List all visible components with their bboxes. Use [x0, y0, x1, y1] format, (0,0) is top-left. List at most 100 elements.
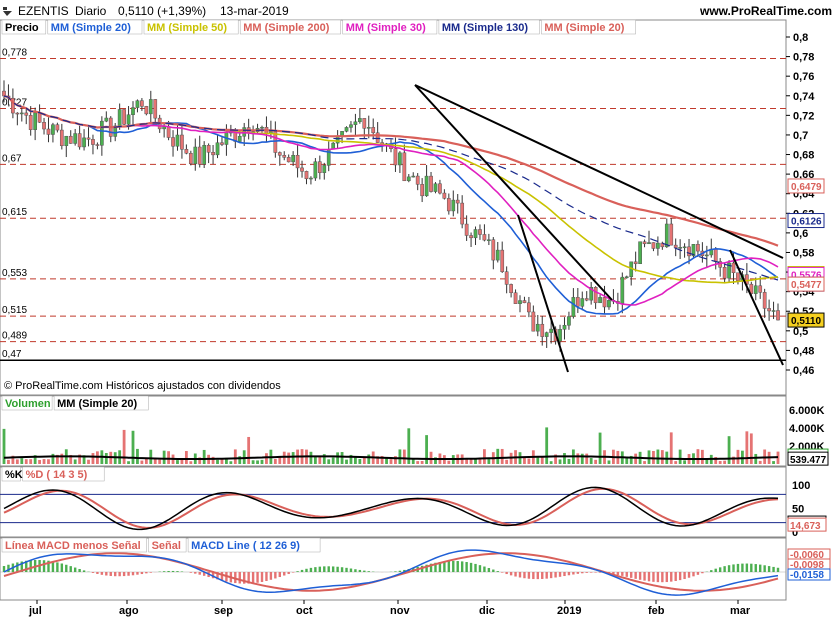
volume-bar	[265, 453, 268, 464]
volume-bar	[140, 460, 144, 464]
macd-histogram-bar	[127, 572, 130, 576]
candle-body	[687, 246, 691, 257]
candle-body	[638, 241, 642, 265]
macd-histogram-bar	[736, 563, 740, 572]
volume-bar	[696, 449, 700, 464]
macd-histogram-bar	[447, 561, 451, 572]
candle-body	[304, 171, 309, 180]
volume-bar	[398, 449, 402, 464]
volume-badge-label: 539.477	[790, 455, 827, 466]
volume-bar	[229, 461, 233, 464]
candle-body	[358, 118, 362, 123]
macd-histogram-bar	[398, 570, 402, 572]
candle-body	[344, 127, 349, 132]
x-tick-label: sep	[214, 605, 233, 617]
macd-legend: Línea MACD menos Señal Señal MACD Line ( 1…	[1, 537, 321, 553]
candle-body	[15, 112, 20, 115]
candle-body	[313, 161, 318, 179]
volume-bar	[700, 449, 704, 464]
macd-histogram-bar	[518, 572, 522, 578]
macd-histogram-bar	[647, 572, 651, 582]
candle-body	[722, 267, 727, 279]
volume-bar	[749, 433, 753, 464]
candle-body	[420, 184, 424, 197]
candle-body	[446, 198, 451, 212]
volume-bar	[202, 449, 206, 464]
volume-bar	[309, 451, 313, 464]
macd-histogram-bar	[140, 572, 144, 575]
candle-body	[286, 157, 291, 163]
candle-body	[731, 262, 736, 274]
candle-body	[202, 145, 207, 165]
macd-badges: -0,0060-0,0098-0,0158	[787, 548, 831, 581]
macd-histogram-bar	[349, 568, 353, 572]
candle-body	[211, 152, 215, 156]
candle-body	[282, 155, 287, 158]
candle-body	[206, 145, 211, 153]
volume-bar	[256, 460, 259, 464]
macd-histogram-bar	[287, 572, 290, 575]
x-tick-label: feb	[648, 605, 665, 617]
macd-histogram-bar	[394, 571, 397, 572]
candle-body	[277, 152, 282, 156]
candle-body	[464, 223, 469, 236]
candle-body	[86, 137, 91, 140]
candle-body	[535, 323, 540, 332]
macd-histogram-bar	[741, 563, 744, 572]
candle-body	[166, 126, 171, 138]
macd-histogram-bar	[710, 570, 713, 572]
macd-histogram-bar	[331, 566, 335, 572]
volume-bar	[60, 453, 64, 464]
macd-histogram-bar	[545, 572, 548, 579]
volume-bar	[718, 461, 722, 464]
candle-body	[135, 100, 140, 108]
macd-histogram-bar	[305, 568, 308, 572]
volume-bar	[47, 459, 50, 464]
chart-canvas[interactable]: 0,80,780,760,740,720,70,680,660,640,620,…	[0, 0, 835, 620]
volume-bar	[15, 459, 19, 464]
candle-body	[580, 298, 585, 307]
macd-histogram-bar	[643, 572, 646, 581]
volume-bar	[758, 460, 762, 464]
macd-histogram-bar	[567, 572, 571, 576]
candle-body	[162, 126, 166, 130]
macd-histogram-bar	[767, 566, 771, 572]
macd-histogram-bar	[65, 564, 68, 572]
volume-bar	[402, 449, 406, 464]
macd-histogram-bar	[616, 572, 620, 575]
candle-body	[607, 300, 611, 308]
macd-histogram-bar	[314, 567, 317, 572]
tick-label: 0,8	[793, 32, 808, 44]
macd-histogram-bar	[589, 572, 593, 573]
candle-body	[433, 183, 438, 192]
candle-body	[540, 323, 545, 337]
macd-histogram-bar	[763, 565, 766, 572]
macd-histogram-bar	[296, 571, 299, 572]
volume-bar	[358, 458, 362, 464]
macd-histogram-bar	[532, 572, 535, 580]
volume-bar	[362, 457, 366, 464]
x-tick-label: oct	[296, 605, 313, 617]
macd-histogram-bar	[122, 572, 126, 577]
macd-histogram-bar	[105, 572, 108, 576]
macd-histogram-bar	[469, 562, 473, 572]
macd-histogram-bar	[238, 572, 241, 584]
volume-bar	[104, 453, 108, 464]
volume-bar	[91, 453, 95, 464]
macd-histogram-bar	[345, 567, 348, 572]
candle-body	[193, 146, 198, 165]
candle-body	[544, 332, 549, 337]
macd-histogram-bar	[29, 560, 32, 572]
volume-bar	[527, 458, 531, 464]
candle-body	[473, 229, 478, 239]
macd-histogram-bar	[661, 572, 664, 583]
candle-body	[104, 117, 109, 122]
volume-bar	[233, 449, 237, 464]
candle-body	[411, 175, 416, 178]
candle-body	[28, 115, 33, 130]
candle-body	[438, 183, 442, 194]
macd-histogram-bar	[354, 569, 357, 572]
candle-body	[349, 124, 353, 128]
candle-body	[220, 142, 224, 145]
macd-histogram-bar	[167, 570, 170, 572]
